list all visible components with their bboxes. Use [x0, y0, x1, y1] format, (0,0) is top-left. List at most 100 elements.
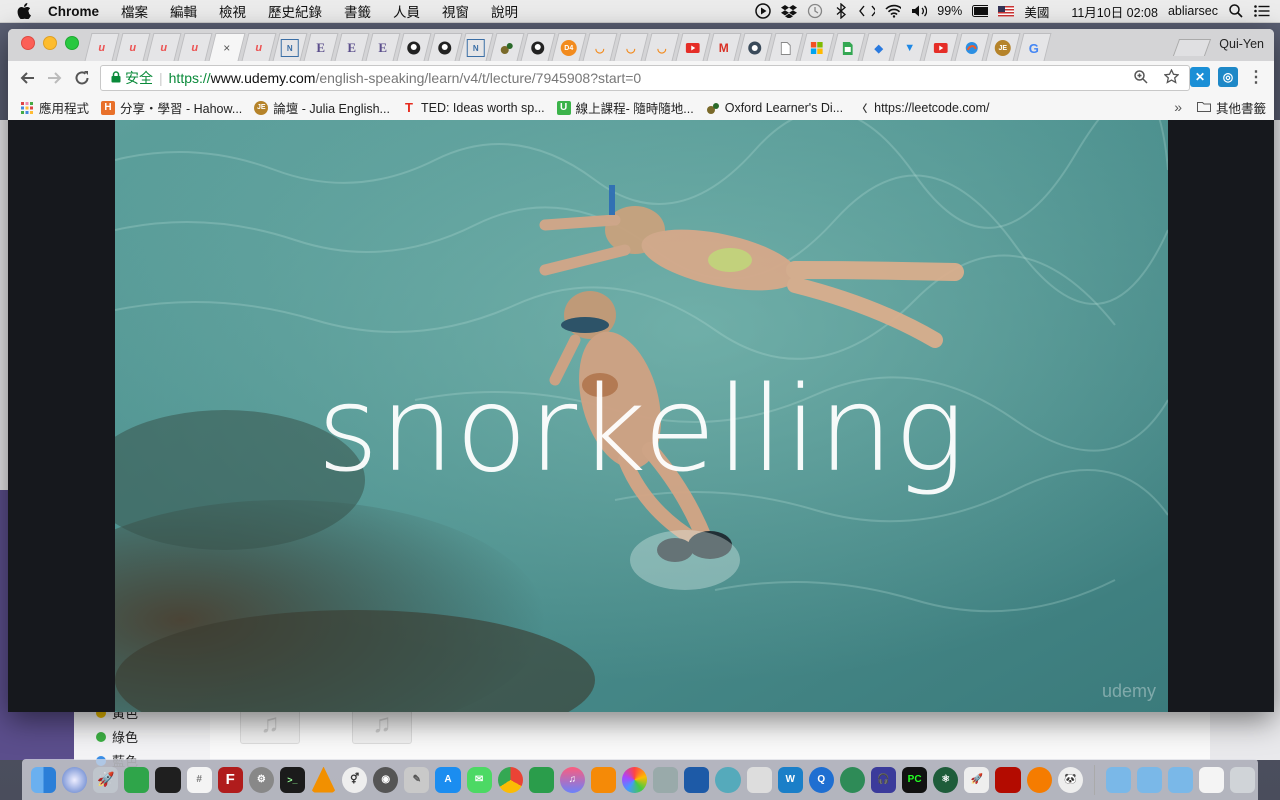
- tab-sheets[interactable]: [830, 33, 866, 61]
- virtualbox-icon[interactable]: [684, 766, 710, 793]
- bookmark-julia-english[interactable]: JE 論壇 - Julia English...: [254, 98, 390, 117]
- sourcetree-icon[interactable]: [528, 766, 554, 793]
- tab-google[interactable]: G: [1016, 33, 1052, 61]
- tab-udemy[interactable]: u: [146, 33, 182, 61]
- tab-udemy[interactable]: u: [177, 33, 213, 61]
- menu-file[interactable]: 檔案: [121, 1, 148, 21]
- more-bookmarks-chevron[interactable]: »: [1174, 99, 1182, 115]
- atom-icon[interactable]: ⚛: [933, 766, 959, 793]
- system-preferences-icon[interactable]: ⚙: [248, 766, 274, 793]
- input-source-label[interactable]: 美國: [1024, 2, 1049, 21]
- menu-edit[interactable]: 編輯: [170, 1, 197, 21]
- acrobat-icon[interactable]: [995, 766, 1021, 793]
- bookmark-ted[interactable]: T TED: Ideas worth sp...: [402, 100, 545, 115]
- vlc-icon[interactable]: [310, 766, 337, 793]
- documents-folder-icon[interactable]: [1136, 766, 1162, 793]
- pycharm-icon[interactable]: PC: [902, 766, 928, 793]
- bookmark-apps[interactable]: 應用程式: [20, 98, 89, 117]
- w-app-icon[interactable]: W: [777, 766, 803, 793]
- battery-icon[interactable]: [972, 3, 989, 19]
- evernote-icon[interactable]: [124, 766, 150, 793]
- play-icon[interactable]: [755, 3, 772, 19]
- zoom-icon[interactable]: [1134, 69, 1148, 87]
- extension-x-icon[interactable]: ✕: [1190, 67, 1210, 87]
- user-name[interactable]: abliarsec: [1168, 4, 1218, 18]
- other-bookmarks-folder[interactable]: 其他書籤: [1196, 98, 1266, 117]
- bookmark-leetcode[interactable]: 〈 https://leetcode.com/: [855, 101, 989, 116]
- scripts-icon[interactable]: ✎: [404, 766, 430, 793]
- menu-history[interactable]: 歷史紀錄: [268, 1, 322, 21]
- tab-filter[interactable]: ▼: [892, 33, 928, 61]
- messages-icon[interactable]: ✉: [466, 766, 492, 793]
- photos-icon[interactable]: [622, 766, 648, 793]
- tab-e[interactable]: E: [334, 33, 370, 61]
- tab-active[interactable]: ×: [208, 33, 246, 61]
- tab-orange-arc[interactable]: ◡: [582, 33, 618, 61]
- headphones-icon[interactable]: 🎧: [870, 766, 897, 793]
- rocket-icon[interactable]: 🚀: [964, 766, 990, 793]
- forward-button[interactable]: [44, 67, 66, 89]
- app-store-icon[interactable]: A: [435, 766, 461, 793]
- tab-udemy[interactable]: u: [115, 33, 151, 61]
- apple-icon[interactable]: [14, 1, 34, 21]
- video-player[interactable]: snorkelling udemy: [115, 120, 1168, 712]
- tab-swirl[interactable]: [954, 33, 990, 61]
- tab-e[interactable]: E: [365, 33, 401, 61]
- screenshot-app-icon[interactable]: ◉: [373, 766, 399, 793]
- address-bar[interactable]: 安全 | https:// www.udemy.com /english-spe…: [100, 65, 1190, 91]
- tab-blank[interactable]: [768, 33, 804, 61]
- downloads-folder-icon[interactable]: [1167, 766, 1194, 793]
- tab-layers[interactable]: ◆: [861, 33, 897, 61]
- tab-github[interactable]: [427, 33, 463, 61]
- us-flag-icon[interactable]: [998, 3, 1015, 19]
- bookmark-oxford[interactable]: Oxford Learner's Di...: [706, 101, 843, 115]
- orange-app-icon[interactable]: [1026, 766, 1052, 793]
- menu-window[interactable]: 視窗: [442, 1, 469, 21]
- speedometer-icon[interactable]: [839, 766, 865, 793]
- trash-icon[interactable]: [1230, 766, 1256, 793]
- tab-document[interactable]: N: [458, 33, 494, 61]
- siri-icon[interactable]: [62, 766, 88, 793]
- q-app-icon[interactable]: Q: [808, 766, 834, 793]
- dropbox-icon[interactable]: [781, 3, 798, 19]
- menu-bookmarks[interactable]: 書籤: [344, 1, 371, 21]
- tab-udemy[interactable]: u: [84, 33, 120, 61]
- applications-folder-icon[interactable]: [1105, 766, 1131, 793]
- document-stack-icon[interactable]: [1199, 766, 1225, 793]
- tab-youtube[interactable]: [923, 33, 959, 61]
- bookmark-star-icon[interactable]: [1163, 68, 1180, 87]
- tab-julia[interactable]: JE: [985, 33, 1021, 61]
- chrome-menu-icon[interactable]: ⋮: [1246, 67, 1266, 87]
- profile-name[interactable]: Qui-Yen: [1219, 37, 1264, 51]
- terminal-icon[interactable]: >_: [279, 766, 305, 793]
- tab-orange-arc[interactable]: ◡: [613, 33, 649, 61]
- zoom-window-button[interactable]: [65, 36, 79, 50]
- close-window-button[interactable]: [21, 36, 35, 50]
- wifi-icon[interactable]: [885, 3, 902, 19]
- clock[interactable]: 11月10日 02:08: [1071, 2, 1158, 21]
- filezilla-icon[interactable]: F: [217, 766, 243, 793]
- code-brackets-icon[interactable]: [859, 3, 876, 19]
- tab-document[interactable]: N: [272, 33, 308, 61]
- tab-github[interactable]: [396, 33, 432, 61]
- preview-icon[interactable]: [746, 766, 772, 793]
- tab-orange[interactable]: D4: [551, 33, 587, 61]
- finder-icon[interactable]: [31, 766, 57, 793]
- bluetooth-icon[interactable]: [833, 3, 849, 19]
- tab-circle[interactable]: [737, 33, 773, 61]
- activity-monitor-icon[interactable]: [155, 766, 181, 793]
- time-machine-icon[interactable]: [807, 3, 823, 19]
- close-tab-icon[interactable]: ×: [219, 40, 235, 56]
- bookmark-hahow[interactable]: H 分享・學習 - Hahow...: [101, 98, 242, 117]
- itunes-icon[interactable]: ♫: [559, 766, 585, 793]
- extension-square-icon[interactable]: ◎: [1218, 67, 1238, 87]
- tab-udemy[interactable]: u: [241, 33, 277, 61]
- ibooks-icon[interactable]: [590, 766, 617, 793]
- new-tab-button[interactable]: [1172, 39, 1212, 56]
- bookmark-online-course[interactable]: U 線上課程- 隨時隨地...: [556, 98, 694, 117]
- chrome-icon[interactable]: [497, 766, 523, 793]
- hashtag-notes-icon[interactable]: #: [186, 766, 212, 793]
- minimize-window-button[interactable]: [43, 36, 57, 50]
- spotlight-search-icon[interactable]: [1228, 3, 1244, 19]
- tab-gmail[interactable]: M: [706, 33, 742, 61]
